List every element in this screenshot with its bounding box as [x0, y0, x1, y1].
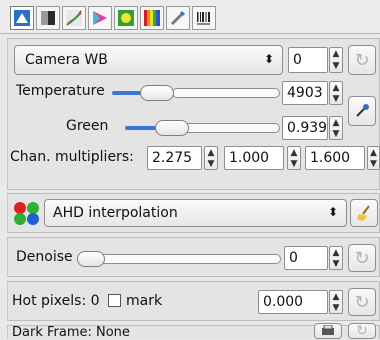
reset-icon: ↻ — [354, 247, 370, 269]
tab-barcode[interactable] — [192, 6, 216, 30]
demosaic-method: AHD interpolation — [53, 205, 178, 221]
chan-b-input[interactable]: 1.600 — [305, 146, 365, 170]
wb-preset-value: 0 — [293, 52, 302, 68]
green-value: 0.939 — [287, 120, 328, 136]
darkframe-reset-button[interactable]: ↻ — [348, 323, 376, 339]
broom-icon — [357, 205, 370, 221]
chevron-updown-icon: ⬍ — [327, 205, 338, 219]
demosaic-clean-button[interactable] — [350, 199, 378, 227]
demosaic-dropdown[interactable]: AHD interpolation ⬍ — [44, 199, 347, 227]
tool-tabbar — [0, 0, 380, 34]
reset-icon: ↻ — [354, 49, 370, 71]
color-swatch-icon — [41, 11, 55, 25]
printer-icon — [322, 325, 334, 335]
hotpixels-spinner[interactable]: ▲ ▼ — [329, 290, 343, 314]
chan-b-spinner[interactable]: ▲ ▼ — [367, 146, 380, 170]
curves-icon — [66, 10, 82, 26]
demosaic-color-icon — [13, 201, 41, 225]
spot-wb-button[interactable] — [348, 96, 376, 126]
wb-reset-button[interactable]: ↻ — [348, 45, 376, 75]
denoise-reset-button[interactable]: ↻ — [348, 244, 376, 272]
temperature-input[interactable]: 4903 — [282, 81, 328, 105]
temperature-spinner[interactable]: ▲ ▼ — [329, 81, 343, 105]
wb-preset-value-input[interactable]: 0 — [288, 47, 328, 73]
temperature-slider[interactable] — [112, 85, 280, 101]
hotpixels-threshold-input[interactable]: 0.000 — [258, 290, 328, 314]
eyedropper-icon — [356, 104, 369, 117]
green-spinner[interactable]: ▲ ▼ — [329, 116, 343, 140]
chan-g-spinner[interactable]: ▲ ▼ — [287, 146, 301, 170]
lens-icon — [118, 10, 134, 26]
tab-color-swatch[interactable] — [36, 6, 60, 30]
chan-r-spinner[interactable]: ▲ ▼ — [204, 146, 218, 170]
tab-rainbow[interactable] — [140, 6, 164, 30]
mark-label: mark — [126, 293, 163, 309]
denoise-label: Denoise — [16, 249, 73, 265]
tab-curves[interactable] — [62, 6, 86, 30]
denoise-slider-handle[interactable] — [77, 251, 105, 267]
wb-preset-label: Camera WB — [25, 52, 108, 68]
temperature-value: 4903 — [287, 85, 323, 101]
green-label: Green — [66, 118, 109, 134]
green-slider-handle[interactable] — [155, 120, 189, 136]
tab-exposure[interactable] — [10, 6, 34, 30]
barcode-icon — [197, 12, 210, 25]
denoise-spinner[interactable]: ▲ ▼ — [329, 246, 343, 270]
tab-color-triangle[interactable] — [88, 6, 112, 30]
tools-icon — [170, 10, 186, 26]
denoise-slider[interactable] — [77, 251, 281, 267]
rainbow-icon — [144, 10, 160, 26]
wb-preset-dropdown[interactable]: Camera WB ⬍ — [14, 45, 283, 75]
green-slider[interactable] — [125, 120, 280, 136]
denoise-input[interactable]: 0 — [284, 246, 328, 270]
reset-icon: ↻ — [356, 323, 368, 339]
exposure-icon — [14, 10, 30, 26]
chan-r-input[interactable]: 2.275 — [147, 146, 202, 170]
temperature-slider-handle[interactable] — [140, 85, 174, 101]
chan-g-input[interactable]: 1.000 — [224, 146, 284, 170]
chevron-updown-icon: ⬍ — [263, 52, 274, 66]
darkframe-load-button[interactable] — [314, 323, 342, 339]
hotpixels-label: Hot pixels: 0 — [12, 293, 100, 309]
color-triangle-icon — [93, 11, 107, 25]
temperature-label: Temperature — [16, 83, 105, 99]
green-input[interactable]: 0.939 — [282, 116, 328, 140]
darkframe-label: Dark Frame: None — [12, 325, 130, 340]
spin-down-icon: ▼ — [332, 61, 340, 71]
mark-checkbox[interactable] — [108, 294, 121, 307]
wb-preset-spinner[interactable]: ▲ ▼ — [329, 47, 343, 73]
chan-multipliers-label: Chan. multipliers: — [10, 149, 134, 165]
reset-icon: ↻ — [354, 291, 370, 313]
tab-lens[interactable] — [114, 6, 138, 30]
tab-tools[interactable] — [166, 6, 190, 30]
hotpixels-reset-button[interactable]: ↻ — [348, 288, 376, 316]
spin-up-icon: ▲ — [332, 49, 340, 59]
